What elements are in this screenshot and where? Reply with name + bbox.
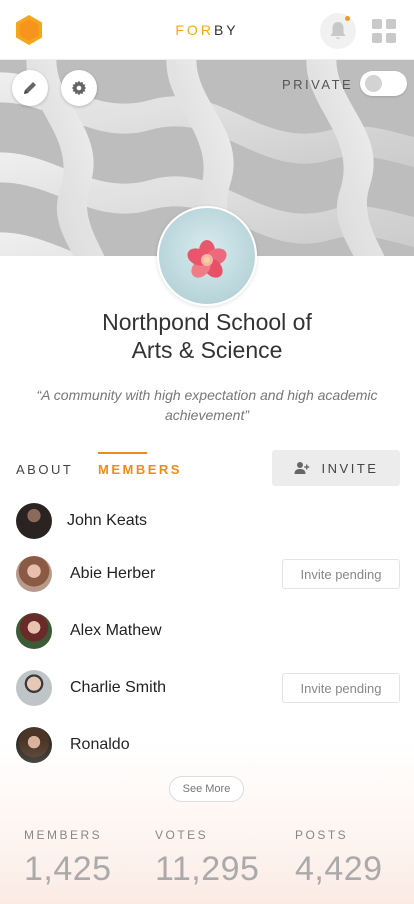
avatar	[16, 503, 52, 539]
invite-pending-badge: Invite pending	[282, 559, 400, 589]
avatar	[16, 556, 52, 592]
flower-icon	[187, 240, 227, 278]
notifications-button[interactable]	[320, 13, 356, 49]
gear-icon	[71, 80, 87, 96]
toggle-knob	[365, 75, 382, 92]
privacy-label: PRIVATE	[282, 77, 354, 92]
top-bar: FORBY	[0, 0, 414, 60]
stat-posts: POSTS 4,429	[295, 828, 383, 889]
settings-button[interactable]	[61, 70, 97, 106]
brand-part-2: BY	[213, 22, 239, 38]
add-user-icon	[294, 462, 309, 474]
see-more-button[interactable]: See More	[169, 776, 244, 802]
member-row[interactable]: Alex Mathew	[0, 613, 414, 649]
organization-name: Northpond School of Arts & Science	[0, 308, 414, 364]
bell-icon	[330, 22, 346, 39]
member-row[interactable]: John Keats	[0, 503, 414, 539]
active-tab-indicator	[98, 452, 147, 454]
member-row[interactable]: Abie Herber Invite pending	[0, 556, 414, 592]
stat-value: 11,295	[155, 850, 260, 888]
organization-avatar	[157, 206, 257, 306]
stat-votes: VOTES 11,295	[155, 828, 259, 889]
stat-label: VOTES	[155, 828, 209, 842]
stat-value: 1,425	[24, 850, 112, 888]
privacy-toggle[interactable]	[360, 71, 407, 96]
stat-value: 4,429	[295, 850, 383, 888]
invite-pending-badge: Invite pending	[282, 673, 400, 703]
invite-button[interactable]: INVITE	[272, 450, 400, 486]
organization-name-line-2: Arts & Science	[131, 337, 283, 363]
avatar	[16, 670, 52, 706]
invite-button-label: INVITE	[321, 460, 379, 476]
member-row[interactable]: Charlie Smith Invite pending	[0, 670, 414, 706]
notification-dot	[345, 16, 350, 21]
stat-label: POSTS	[295, 828, 349, 842]
member-name: Charlie Smith	[70, 679, 167, 696]
organization-quote: “A community with high expectation and h…	[36, 387, 378, 423]
tab-about[interactable]: ABOUT	[16, 462, 73, 477]
brand-part-1: FOR	[175, 22, 214, 38]
member-name: John Keats	[67, 512, 148, 529]
organization-name-line-1: Northpond School of	[102, 309, 312, 335]
pencil-icon	[24, 82, 36, 94]
edit-button[interactable]	[12, 70, 48, 106]
member-name: Abie Herber	[70, 565, 156, 582]
tab-members[interactable]: MEMBERS	[98, 462, 182, 477]
apps-grid-icon[interactable]	[372, 19, 396, 43]
stat-label: MEMBERS	[24, 828, 103, 842]
avatar	[16, 613, 52, 649]
stat-members: MEMBERS 1,425	[24, 828, 112, 889]
member-name: Alex Mathew	[70, 622, 162, 639]
